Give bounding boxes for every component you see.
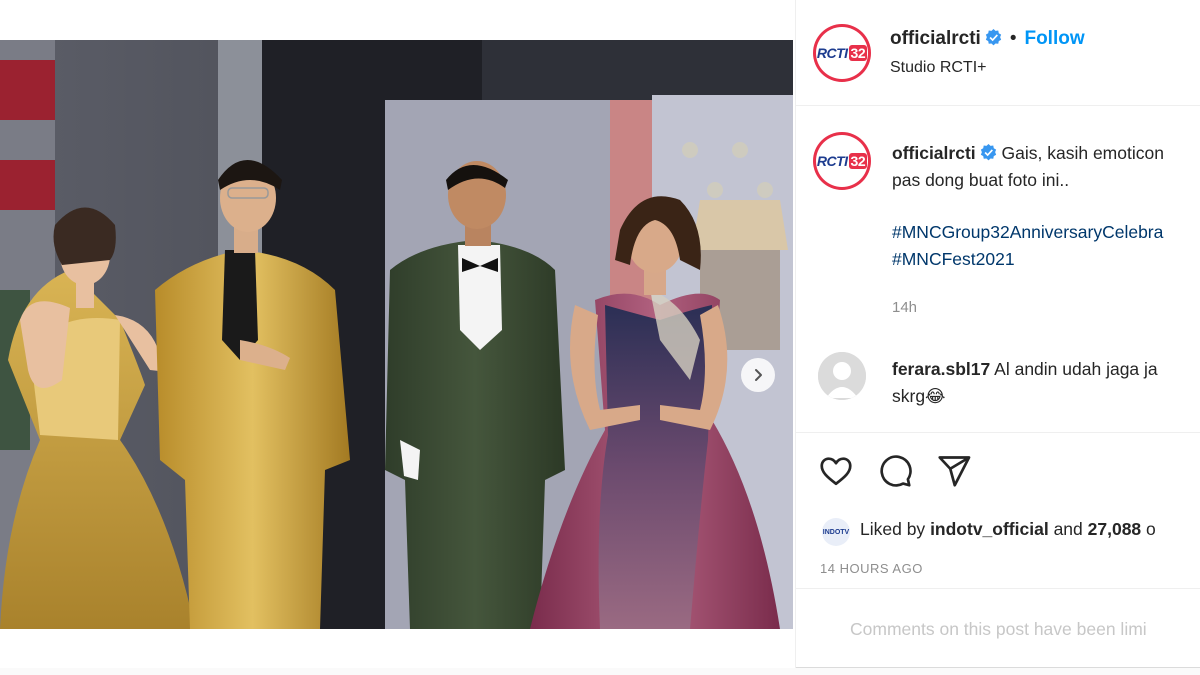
post-side-panel: RCTI 32 officialrcti • Follow Studio RCTI+ … xyxy=(795,0,1200,668)
liked-by-summary: Liked by indotv_official and 27,088 o xyxy=(860,519,1156,539)
instagram-post: RCTI 32 officialrcti • Follow Studio RCTI+ … xyxy=(0,0,1200,668)
comment-icon[interactable] xyxy=(877,453,913,489)
indotv-logo: INDOTV xyxy=(822,528,850,536)
follow-button[interactable]: Follow xyxy=(1024,28,1084,49)
post-timestamp[interactable]: 14 HOURS AGO xyxy=(820,561,923,576)
header-title-row: officialrcti • Follow xyxy=(890,28,1085,50)
liker-avatar[interactable]: INDOTV xyxy=(822,518,850,546)
default-avatar-icon xyxy=(818,352,866,400)
post-photo[interactable] xyxy=(0,40,793,629)
chevron-right-icon xyxy=(755,369,762,381)
verified-badge-icon xyxy=(980,144,996,161)
comment-block: ferara.sbl17 Al andin udah jaga ja skrg😂 xyxy=(892,356,1158,410)
hashtag-link[interactable]: #MNCFest2021 xyxy=(892,246,1164,273)
comments-limited-notice: Comments on this post have been limi xyxy=(796,588,1200,668)
comment-text-line1: Al andin udah jaga ja xyxy=(994,359,1158,379)
author-username[interactable]: officialrcti xyxy=(890,28,981,49)
comments-limited-text: Comments on this post have been limi xyxy=(850,619,1147,639)
liked-by-user[interactable]: indotv_official xyxy=(930,519,1049,539)
separator-dot: • xyxy=(1009,28,1017,49)
caption-author-avatar[interactable]: RCTI 32 xyxy=(813,132,871,190)
hashtag-link[interactable]: #MNCGroup32AnniversaryCelebra xyxy=(892,219,1164,246)
caption-text-line1: Gais, kasih emoticon xyxy=(1001,143,1164,163)
heart-icon[interactable] xyxy=(818,453,854,489)
caption-age[interactable]: 14h xyxy=(892,299,1164,316)
stage-photo-illustration xyxy=(0,40,793,629)
caption-first-line: officialrcti Gais, kasih emoticon xyxy=(892,140,1164,167)
caption-text-line2: pas dong buat foto ini.. xyxy=(892,170,1070,190)
commenter-avatar[interactable] xyxy=(818,352,866,400)
caption-username[interactable]: officialrcti xyxy=(892,143,976,163)
post-header: RCTI 32 officialrcti • Follow Studio RCTI+ xyxy=(796,0,1200,106)
verified-badge-icon xyxy=(985,29,1001,46)
comment-first-line: ferara.sbl17 Al andin udah jaga ja xyxy=(892,356,1158,383)
post-media xyxy=(0,0,795,668)
caption-hashtags: #MNCGroup32AnniversaryCelebra #MNCFest20… xyxy=(892,219,1164,273)
carousel-next-button[interactable] xyxy=(741,358,775,392)
comment-text-line2: skrg😂 xyxy=(892,386,946,406)
author-avatar[interactable]: RCTI 32 xyxy=(813,24,871,82)
post-location[interactable]: Studio RCTI+ xyxy=(890,59,986,77)
like-count[interactable]: 27,088 xyxy=(1088,519,1142,539)
rcti-logo: RCTI 32 xyxy=(816,153,868,169)
share-icon[interactable] xyxy=(936,453,972,489)
commenter-username[interactable]: ferara.sbl17 xyxy=(892,359,990,379)
caption-block: officialrcti Gais, kasih emoticon pas do… xyxy=(892,140,1164,316)
rcti-logo: RCTI 32 xyxy=(816,45,868,61)
